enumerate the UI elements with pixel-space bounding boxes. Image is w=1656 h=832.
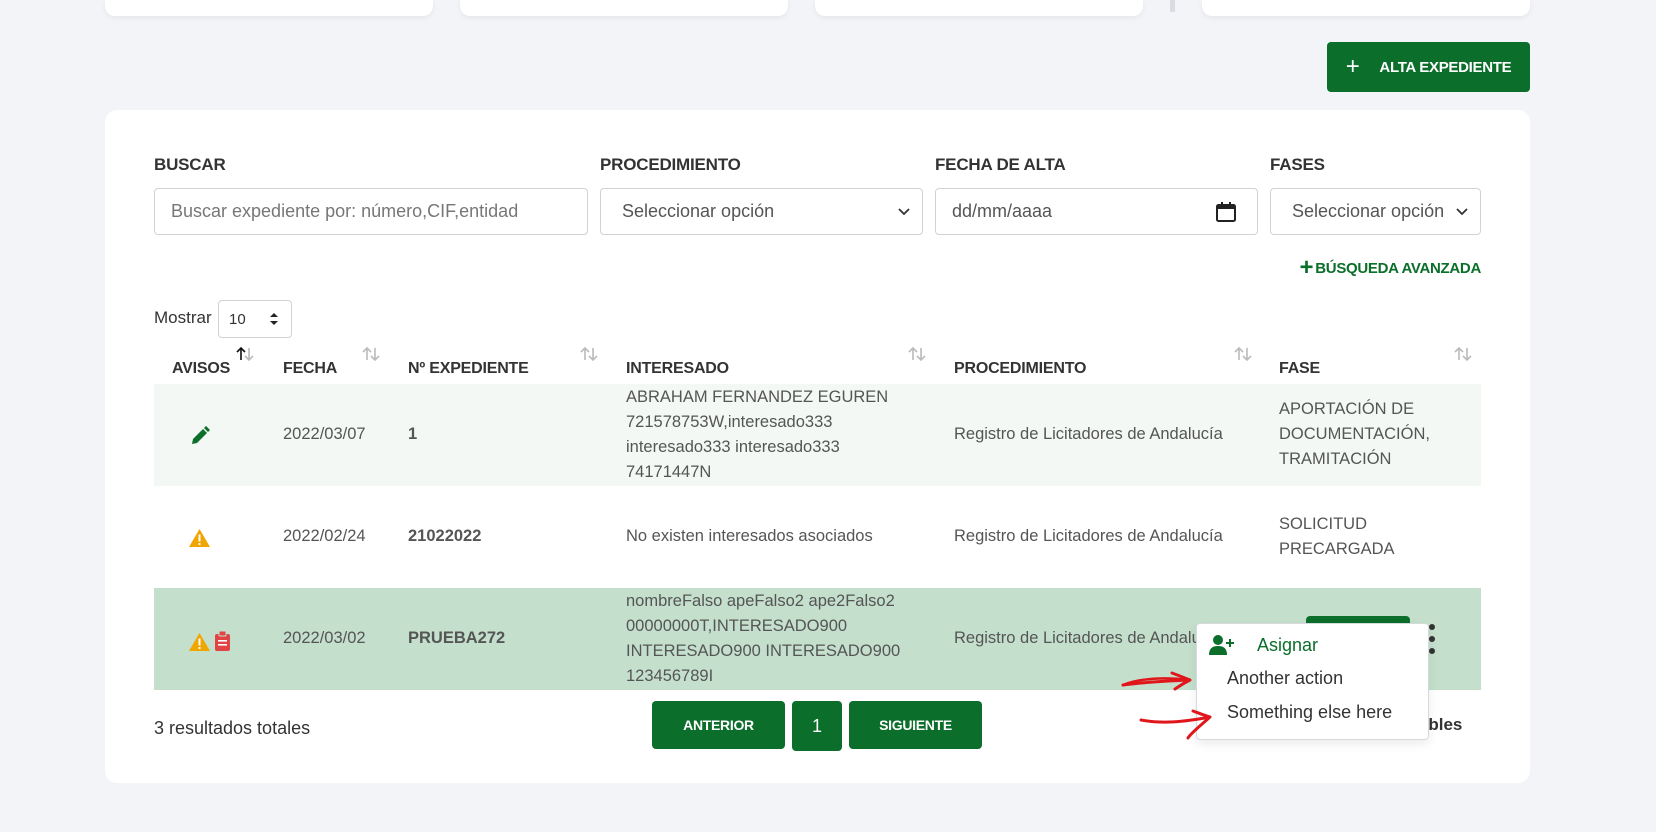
- sort-icon[interactable]: [1232, 346, 1254, 362]
- summary-card-3: [815, 0, 1143, 16]
- annotation-arrow: [1121, 671, 1192, 691]
- fase-line: PRECARGADA: [1279, 540, 1395, 558]
- results-count: 3 resultados totales: [154, 718, 311, 738]
- alta-expediente-label: ALTA EXPEDIENTE: [1379, 58, 1512, 76]
- sort-icon[interactable]: [1452, 346, 1474, 362]
- fase-line: DOCUMENTACIÓN,: [1279, 425, 1430, 443]
- cell-fecha: 2022/03/02: [283, 629, 366, 647]
- fases-label: FASES: [1270, 155, 1325, 174]
- summary-card-2: [460, 0, 788, 16]
- interesado-line: 123456789I: [626, 667, 714, 685]
- summary-card-4: [1202, 0, 1530, 16]
- fase-line: TRAMITACIÓN: [1279, 450, 1392, 468]
- fases-select[interactable]: Seleccionar opción: [1270, 188, 1481, 235]
- cell-interesado: nombreFalso apeFalso2 ape2Falso2 0000000…: [626, 589, 900, 689]
- cell-interesado: ABRAHAM FERNANDEZ EGUREN 721578753W,inte…: [626, 385, 888, 485]
- menu-item-asignar[interactable]: Asignar: [1209, 634, 1318, 656]
- cell-fase: APORTACIÓN DE DOCUMENTACIÓN, TRAMITACIÓN: [1279, 397, 1430, 472]
- col-interesado[interactable]: INTERESADO: [626, 360, 729, 378]
- buscar-label: BUSCAR: [154, 155, 226, 174]
- row-actions-menu: Asignar Another action Something else he…: [1196, 623, 1429, 740]
- cell-procedimiento: Registro de Licitadores de Andalucía: [954, 527, 1223, 545]
- search-field[interactable]: [154, 188, 588, 235]
- col-expediente[interactable]: Nº EXPEDIENTE: [408, 360, 529, 378]
- sort-updown-icon: [270, 313, 278, 325]
- interesado-line: INTERESADO900 INTERESADO900: [626, 642, 901, 660]
- menu-item-asignar-label: Asignar: [1257, 634, 1319, 655]
- interesado-line: nombreFalso apeFalso2 ape2Falso2: [626, 592, 895, 610]
- cell-interesado: No existen interesados asociados: [626, 527, 873, 545]
- plus-icon: +: [1345, 53, 1360, 80]
- add-user-icon: [1209, 635, 1234, 655]
- plus-icon: +: [1299, 254, 1314, 281]
- procedimiento-select[interactable]: Seleccionar opción: [600, 188, 923, 235]
- procedimiento-label: PROCEDIMIENTO: [600, 155, 741, 174]
- fase-line: APORTACIÓN DE: [1279, 400, 1415, 418]
- table-row[interactable]: 2022/03/07 1 ABRAHAM FERNANDEZ EGUREN 72…: [154, 384, 1481, 486]
- fases-select-value: Seleccionar opción: [1292, 201, 1445, 221]
- prev-page-button[interactable]: ANTERIOR: [652, 701, 785, 749]
- sort-icon[interactable]: [360, 346, 382, 362]
- menu-item-another-action[interactable]: Another action: [1227, 668, 1343, 689]
- page-size-value: 10: [229, 310, 246, 328]
- search-input[interactable]: [171, 201, 571, 222]
- summary-card-1: [105, 0, 433, 16]
- alta-expediente-button[interactable]: + ALTA EXPEDIENTE: [1327, 42, 1530, 92]
- sort-asc-icon[interactable]: [234, 346, 256, 362]
- advanced-search-link[interactable]: + BÚSQUEDA AVANZADA: [1299, 254, 1482, 281]
- cell-fecha: 2022/03/07: [283, 425, 366, 443]
- interesado-line: ABRAHAM FERNANDEZ EGUREN: [626, 388, 889, 406]
- pencil-icon[interactable]: [190, 426, 210, 446]
- chevron-down-icon: [898, 208, 910, 216]
- cell-expediente[interactable]: PRUEBA272: [408, 626, 505, 651]
- interesado-line: 74171447N: [626, 463, 712, 481]
- col-fase[interactable]: FASE: [1279, 360, 1320, 378]
- warning-icon[interactable]: [189, 633, 210, 651]
- procedimiento-select-value: Seleccionar opción: [622, 201, 775, 221]
- col-avisos[interactable]: AVISOS: [172, 360, 230, 378]
- fase-line: SOLICITUD: [1279, 515, 1368, 533]
- clipboard-icon[interactable]: [215, 631, 230, 651]
- interesado-line: 721578753W,interesado333: [626, 413, 833, 431]
- col-fecha[interactable]: FECHA: [283, 360, 337, 378]
- cell-expediente[interactable]: 1: [408, 422, 417, 447]
- cell-fase: SOLICITUD PRECARGADA: [1279, 512, 1395, 562]
- card-divider: [1170, 0, 1175, 12]
- fecha-alta-value: dd/mm/aaaa: [952, 201, 1053, 221]
- cell-procedimiento: Registro de Licitadores de Andalucía: [954, 629, 1223, 647]
- sort-icon[interactable]: [906, 346, 928, 362]
- cell-fecha: 2022/02/24: [283, 527, 366, 545]
- mostrar-label: Mostrar: [154, 308, 212, 327]
- warning-icon[interactable]: [189, 529, 210, 547]
- fecha-alta-input[interactable]: dd/mm/aaaa: [935, 188, 1258, 235]
- cell-expediente[interactable]: 21022022: [408, 524, 481, 549]
- page-number-button[interactable]: 1: [792, 701, 842, 751]
- advanced-search-label: BÚSQUEDA AVANZADA: [1315, 259, 1481, 277]
- chevron-down-icon: [1456, 208, 1468, 216]
- interesado-line: interesado333 interesado333: [626, 438, 840, 456]
- col-procedimiento[interactable]: PROCEDIMIENTO: [954, 360, 1086, 378]
- calendar-icon[interactable]: [1215, 201, 1237, 223]
- sort-icon[interactable]: [578, 346, 600, 362]
- menu-item-something-else[interactable]: Something else here: [1227, 702, 1392, 723]
- table-row[interactable]: 2022/02/24 21022022 No existen interesad…: [154, 486, 1481, 588]
- annotation-arrow: [1139, 709, 1212, 740]
- next-page-button[interactable]: SIGUIENTE: [849, 701, 982, 749]
- page-size-select[interactable]: 10: [218, 300, 292, 338]
- cell-procedimiento: Registro de Licitadores de Andalucía: [954, 425, 1223, 443]
- interesado-line: 00000000T,INTERESADO900: [626, 617, 848, 635]
- fecha-alta-label: FECHA DE ALTA: [935, 155, 1066, 174]
